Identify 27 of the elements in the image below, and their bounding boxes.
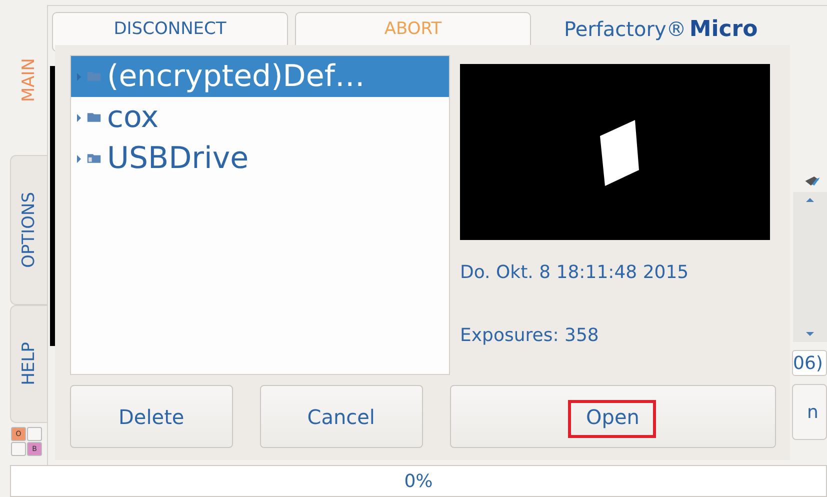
exposures-text: Exposures: 358 bbox=[460, 325, 600, 346]
caret-icon[interactable] bbox=[77, 114, 81, 122]
logo-text: Micro bbox=[689, 17, 758, 43]
side-tab[interactable]: OPTIONS bbox=[10, 155, 47, 305]
dialog-button[interactable]: Delete bbox=[70, 385, 233, 448]
side-tab[interactable]: HELP bbox=[10, 305, 47, 423]
folder-icon bbox=[87, 71, 101, 82]
tree-item-label: cox bbox=[107, 100, 159, 135]
value-field[interactable]: 06) bbox=[792, 350, 827, 376]
color-key[interactable] bbox=[11, 442, 26, 456]
date-text: Do. Okt. 8 18:11:48 2015 bbox=[460, 262, 690, 283]
folder-icon bbox=[87, 112, 101, 123]
status-text: 0% bbox=[404, 470, 433, 492]
dialog-button[interactable]: Open bbox=[450, 385, 776, 448]
color-key[interactable] bbox=[27, 427, 42, 441]
tree-item[interactable]: cox bbox=[71, 97, 449, 138]
tree-item-label: (encrypted)Def… bbox=[107, 59, 365, 94]
tree-item-label: USBDrive bbox=[107, 141, 249, 176]
scrollbar[interactable] bbox=[793, 192, 827, 342]
logo-text: Perfactory® bbox=[564, 16, 686, 42]
tree-item[interactable]: USBDrive bbox=[71, 138, 449, 179]
side-button[interactable]: n bbox=[792, 384, 827, 440]
printer-icon bbox=[803, 174, 821, 188]
dialog-button[interactable]: Cancel bbox=[260, 385, 422, 448]
tree-item[interactable]: (encrypted)Def… bbox=[71, 56, 449, 97]
caret-icon[interactable] bbox=[77, 154, 81, 162]
drive-icon bbox=[87, 153, 101, 164]
